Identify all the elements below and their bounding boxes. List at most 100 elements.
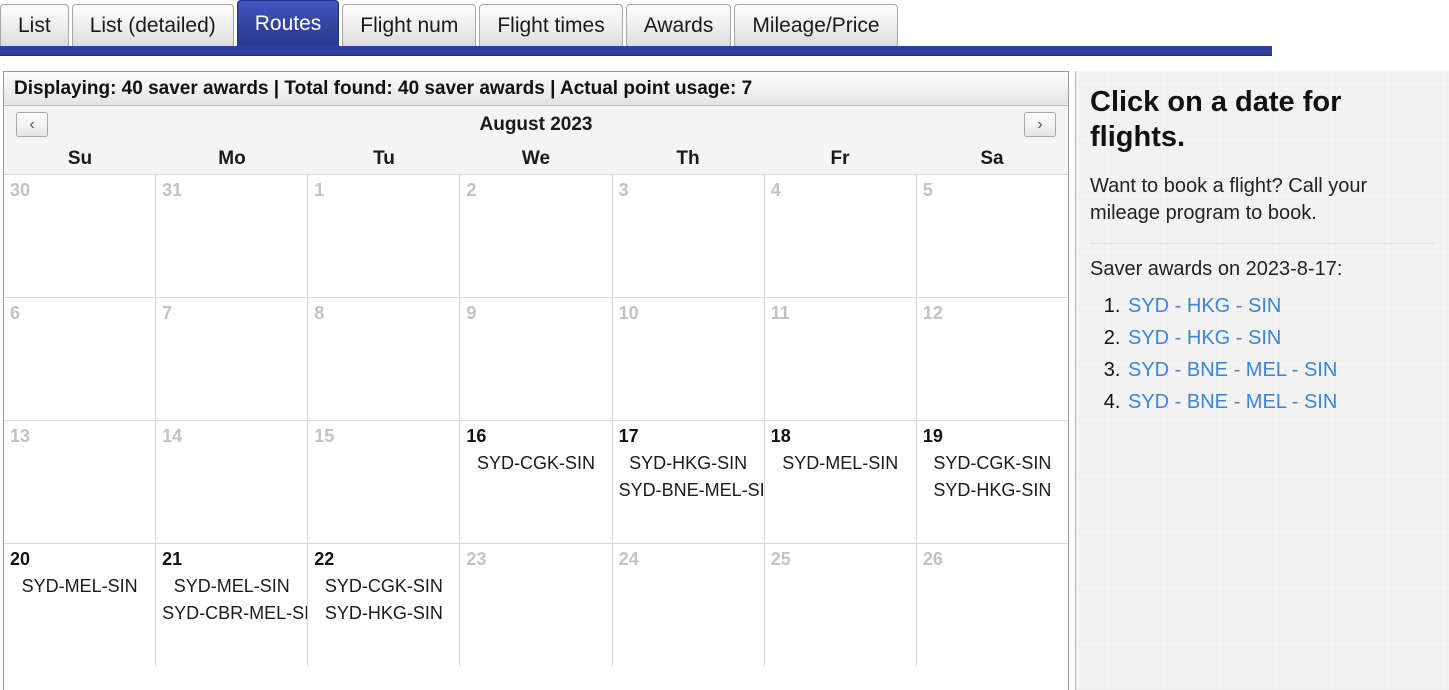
calendar-day-cell[interactable]: 19 SYD-CGK-SIN SYD-HKG-SIN	[916, 421, 1068, 543]
calendar-day-cell: 10	[612, 298, 765, 420]
calendar-panel: Displaying: 40 saver awards | Total foun…	[3, 71, 1069, 690]
route-entry[interactable]: SYD-MEL-SIN	[10, 573, 149, 601]
calendar-grid: 30 31 1 2 3 4 5 6 7 8 9 10 11 12 13 14 15 16 SYD-CGK-SIN 17…	[4, 174, 1068, 666]
sidebar-subtitle: Want to book a flight? Call your mileage…	[1090, 174, 1368, 224]
calendar-day-cell: 3	[612, 175, 765, 297]
route-entry[interactable]: SYD-HKG-SIN	[923, 477, 1062, 505]
tab-flight-times[interactable]: Flight times	[479, 4, 623, 46]
sidebar-title: Click on a date for flights.	[1090, 86, 1342, 153]
calendar-week: 13 14 15 16 SYD-CGK-SIN 17 SYD-HKG-SIN SYD-BNE-…	[4, 421, 1068, 544]
calendar-day-cell: 30	[4, 175, 157, 297]
day-number: 24	[618, 549, 639, 569]
day-number: 6	[10, 303, 21, 323]
day-number: 2	[466, 180, 477, 200]
day-number: 11	[770, 303, 790, 323]
day-number: 15	[314, 426, 335, 446]
route-entry[interactable]: SYD-CGK-SIN	[923, 450, 1062, 478]
route-entry[interactable]: SYD-HKG-SIN	[314, 600, 453, 628]
content-area: Displaying: 40 saver awards | Total foun…	[0, 58, 1449, 690]
calendar-day-cell[interactable]: 22 SYD-CGK-SIN SYD-HKG-SIN	[308, 544, 461, 666]
tab-awards[interactable]: Awards	[625, 4, 732, 46]
calendar-day-cell: 14	[156, 421, 309, 543]
chevron-right-icon: ›	[1037, 115, 1043, 133]
day-number: 4	[770, 180, 781, 200]
route-entry[interactable]: SYD-CGK-SIN	[314, 573, 453, 601]
calendar-day-cell[interactable]: 16 SYD-CGK-SIN	[460, 421, 613, 543]
route-list: SYD-CGK-SIN SYD-HKG-SIN	[314, 573, 453, 629]
day-number: 31	[162, 180, 183, 200]
calendar-week: 20 SYD-MEL-SIN 21 SYD-MEL-SIN SYD-CBR-MEL-SI…	[4, 544, 1068, 666]
day-number: 9	[466, 303, 477, 323]
app-root: List List (detailed) Routes Flight num Fligh…	[0, 0, 1449, 690]
calendar-day-cell: 15	[308, 421, 461, 543]
day-number: 3	[618, 180, 629, 200]
day-number: 25	[770, 549, 791, 569]
day-number: 12	[922, 303, 943, 323]
route-list: SYD-CGK-SIN	[466, 450, 605, 478]
calendar-day-cell: 2	[460, 175, 613, 297]
route-entry[interactable]: SYD-BNE-MEL-SIN	[619, 477, 764, 505]
award-route-link[interactable]: SYD - BNE - MEL - SIN	[1128, 359, 1337, 381]
prev-month-button[interactable]: ‹	[16, 112, 48, 137]
route-entry[interactable]: SYD-CGK-SIN	[466, 450, 605, 478]
award-route-link[interactable]: SYD - HKG - SIN	[1128, 295, 1281, 317]
day-number: 21	[162, 549, 183, 569]
award-list-item: SYD - BNE - MEL - SIN	[1126, 391, 1435, 414]
calendar-week: 6 7 8 9 10 11 12	[4, 298, 1068, 421]
calendar-day-cell: 12	[916, 298, 1068, 420]
route-list: SYD-HKG-SIN SYD-BNE-MEL-SIN	[619, 450, 764, 506]
day-header-mo: Mo	[218, 148, 246, 169]
day-number: 30	[10, 180, 31, 200]
route-entry[interactable]: SYD-MEL-SIN	[771, 450, 910, 478]
day-number: 20	[10, 549, 31, 569]
day-number: 26	[922, 549, 943, 569]
day-header-fr: Fr	[830, 148, 850, 169]
day-header-we: We	[521, 148, 551, 169]
sidebar-divider	[1090, 242, 1435, 244]
calendar-day-cell: 9	[460, 298, 613, 420]
tab-list[interactable]: List	[0, 4, 69, 46]
day-number: 22	[314, 549, 335, 569]
calendar-day-cell: 5	[916, 175, 1068, 297]
calendar-day-cell[interactable]: 20 SYD-MEL-SIN	[4, 544, 157, 666]
calendar-day-cell: 25	[764, 544, 917, 666]
award-route-link[interactable]: SYD - HKG - SIN	[1128, 327, 1281, 349]
route-list: SYD-MEL-SIN	[10, 573, 149, 601]
day-number: 5	[922, 180, 933, 200]
calendar-day-cell: 6	[4, 298, 157, 420]
day-header-tu: Tu	[373, 148, 395, 169]
day-of-week-header: Su Mo Tu We Th Fr Sa	[4, 144, 1068, 174]
award-list-item: SYD - BNE - MEL - SIN	[1126, 359, 1435, 382]
status-text: Displaying: 40 saver awards | Total foun…	[14, 77, 753, 99]
calendar-day-cell[interactable]: 21 SYD-MEL-SIN SYD-CBR-MEL-SIN	[156, 544, 309, 666]
tab-flight-num[interactable]: Flight num	[342, 4, 477, 46]
day-number: 1	[314, 180, 325, 200]
tab-mileage-price[interactable]: Mileage/Price	[734, 4, 898, 46]
day-number: 13	[10, 426, 31, 446]
route-list: SYD-CGK-SIN SYD-HKG-SIN	[923, 450, 1062, 506]
tab-bar: List List (detailed) Routes Flight num Fligh…	[0, 0, 1449, 46]
route-entry[interactable]: SYD-MEL-SIN	[162, 573, 301, 601]
tab-list-detailed[interactable]: List (detailed)	[71, 4, 234, 46]
award-route-link[interactable]: SYD - BNE - MEL - SIN	[1128, 391, 1337, 413]
tab-routes[interactable]: Routes	[236, 0, 340, 46]
calendar-day-cell: 24	[612, 544, 765, 666]
day-number: 19	[922, 426, 943, 446]
calendar-day-cell[interactable]: 17 SYD-HKG-SIN SYD-BNE-MEL-SIN	[612, 421, 765, 543]
route-list: SYD-MEL-SIN SYD-CBR-MEL-SIN	[162, 573, 307, 629]
chevron-left-icon: ‹	[29, 115, 35, 133]
route-entry[interactable]: SYD-CBR-MEL-SIN	[162, 600, 307, 628]
calendar-day-cell: 31	[156, 175, 309, 297]
day-number: 17	[618, 426, 639, 446]
day-number: 7	[162, 303, 173, 323]
calendar-day-cell: 26	[916, 544, 1068, 666]
calendar-day-cell[interactable]: 18 SYD-MEL-SIN	[764, 421, 917, 543]
day-number: 16	[466, 426, 487, 446]
day-header-sa: Sa	[980, 148, 1004, 169]
route-entry[interactable]: SYD-HKG-SIN	[619, 450, 758, 478]
status-bar: Displaying: 40 saver awards | Total foun…	[4, 72, 1068, 106]
next-month-button[interactable]: ›	[1024, 112, 1056, 137]
calendar-month-title: August 2023	[479, 114, 593, 135]
day-header-su: Su	[67, 148, 93, 169]
day-number: 8	[314, 303, 325, 323]
